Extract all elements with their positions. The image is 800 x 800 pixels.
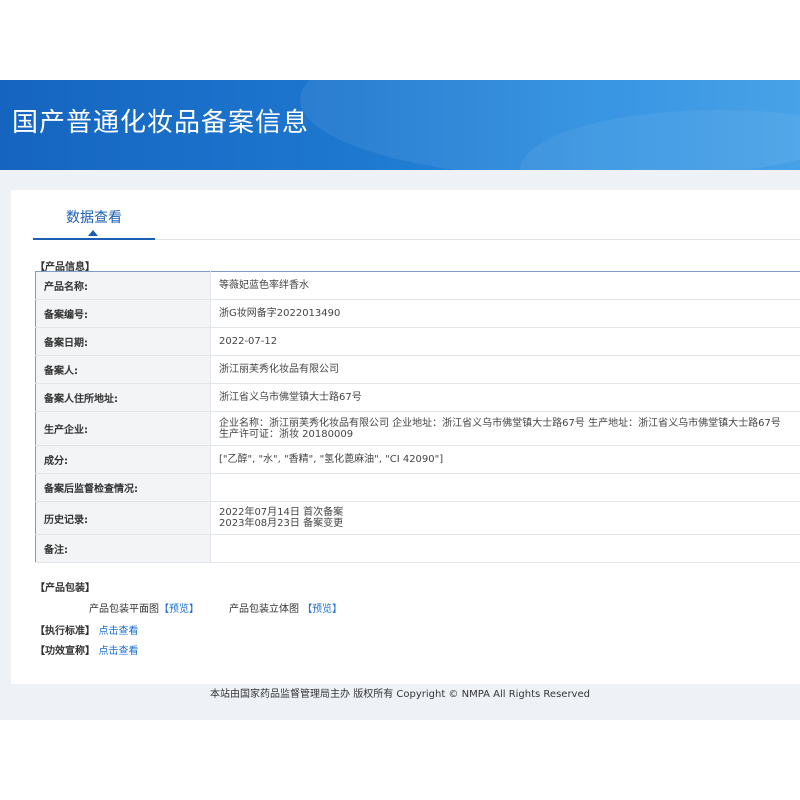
tab-bar: 数据查看	[33, 190, 800, 240]
row-value: 浙江省义乌市佛堂镇大士路67号	[210, 383, 800, 412]
row-label: 备案人住所地址:	[35, 383, 211, 412]
standard-label: 【执行标准】	[35, 626, 95, 637]
packaging-solid-label: 产品包装立体图	[229, 604, 299, 615]
table-row: 备案编号: 浙G妆网备字2022013490	[35, 299, 800, 328]
table-row: 备案后监督检查情况:	[35, 473, 800, 502]
row-label: 历史记录:	[35, 501, 211, 535]
packaging-title: 【产品包装】	[35, 583, 95, 594]
row-label: 备案日期:	[35, 327, 211, 356]
row-label: 生产企业:	[35, 411, 211, 446]
row-value: 2022-07-12	[210, 327, 800, 356]
table-row: 备案人住所地址: 浙江省义乌市佛堂镇大士路67号	[35, 383, 800, 412]
header-banner: 国产普通化妆品备案信息	[0, 80, 800, 170]
row-value	[210, 473, 800, 502]
row-label: 成分:	[35, 445, 211, 474]
row-value: 浙G妆网备字2022013490	[210, 299, 800, 328]
packaging-flat-label: 产品包装平面图	[89, 604, 159, 615]
packaging-flat: 产品包装平面图【预览】	[89, 600, 199, 615]
row-value: 浙江丽芙秀化妆品有限公司	[210, 355, 800, 384]
footer-copyright: 本站由国家药品监督管理局主办 版权所有 Copyright © NMPA All…	[210, 689, 590, 700]
table-row: 生产企业: 企业名称：浙江丽芙秀化妆品有限公司 企业地址：浙江省义乌市佛堂镇大士…	[35, 411, 800, 446]
table-row: 备注:	[35, 534, 800, 563]
row-label: 备案编号:	[35, 299, 211, 328]
efficacy-view-link[interactable]: 点击查看	[98, 646, 138, 657]
row-label: 备案后监督检查情况:	[35, 473, 211, 502]
row-value: 企业名称：浙江丽芙秀化妆品有限公司 企业地址：浙江省义乌市佛堂镇大士路67号 生…	[210, 411, 800, 446]
table-row: 成分: ["乙醇", "水", "香精", "氢化蓖麻油", "CI 42090…	[35, 445, 800, 474]
standard-row: 【执行标准】 点击查看	[35, 622, 138, 637]
efficacy-label: 【功效宣称】	[35, 646, 95, 657]
table-row: 产品名称: 等薇妃蓝色率绊香水	[35, 271, 800, 300]
content-panel: 数据查看 【产品信息】 产品名称: 等薇妃蓝色率绊香水 备案编号: 浙G妆网备字…	[11, 190, 800, 684]
row-value: ["乙醇", "水", "香精", "氢化蓖麻油", "CI 42090"]	[210, 445, 800, 474]
page-title: 国产普通化妆品备案信息	[12, 108, 310, 138]
product-info-table: 产品名称: 等薇妃蓝色率绊香水 备案编号: 浙G妆网备字2022013490 备…	[35, 271, 800, 563]
table-row: 备案人: 浙江丽芙秀化妆品有限公司	[35, 355, 800, 384]
row-value: 2022年07月14日 首次备案 2023年08月23日 备案变更	[210, 501, 800, 535]
efficacy-row: 【功效宣称】 点击查看	[35, 642, 138, 657]
row-label: 产品名称:	[35, 271, 211, 300]
caret-up-icon	[88, 230, 98, 236]
standard-view-link[interactable]: 点击查看	[98, 626, 138, 637]
table-row: 历史记录: 2022年07月14日 首次备案 2023年08月23日 备案变更	[35, 501, 800, 535]
table-row: 备案日期: 2022-07-12	[35, 327, 800, 356]
content-area: 数据查看 【产品信息】 产品名称: 等薇妃蓝色率绊香水 备案编号: 浙G妆网备字…	[0, 170, 800, 720]
row-value	[210, 534, 800, 563]
row-label: 备注:	[35, 534, 211, 563]
row-value: 等薇妃蓝色率绊香水	[210, 271, 800, 300]
packaging-solid: 产品包装立体图 【预览】	[229, 600, 342, 615]
packaging-solid-preview-link[interactable]: 【预览】	[302, 604, 342, 615]
packaging-flat-preview-link[interactable]: 【预览】	[159, 604, 199, 615]
row-label: 备案人:	[35, 355, 211, 384]
